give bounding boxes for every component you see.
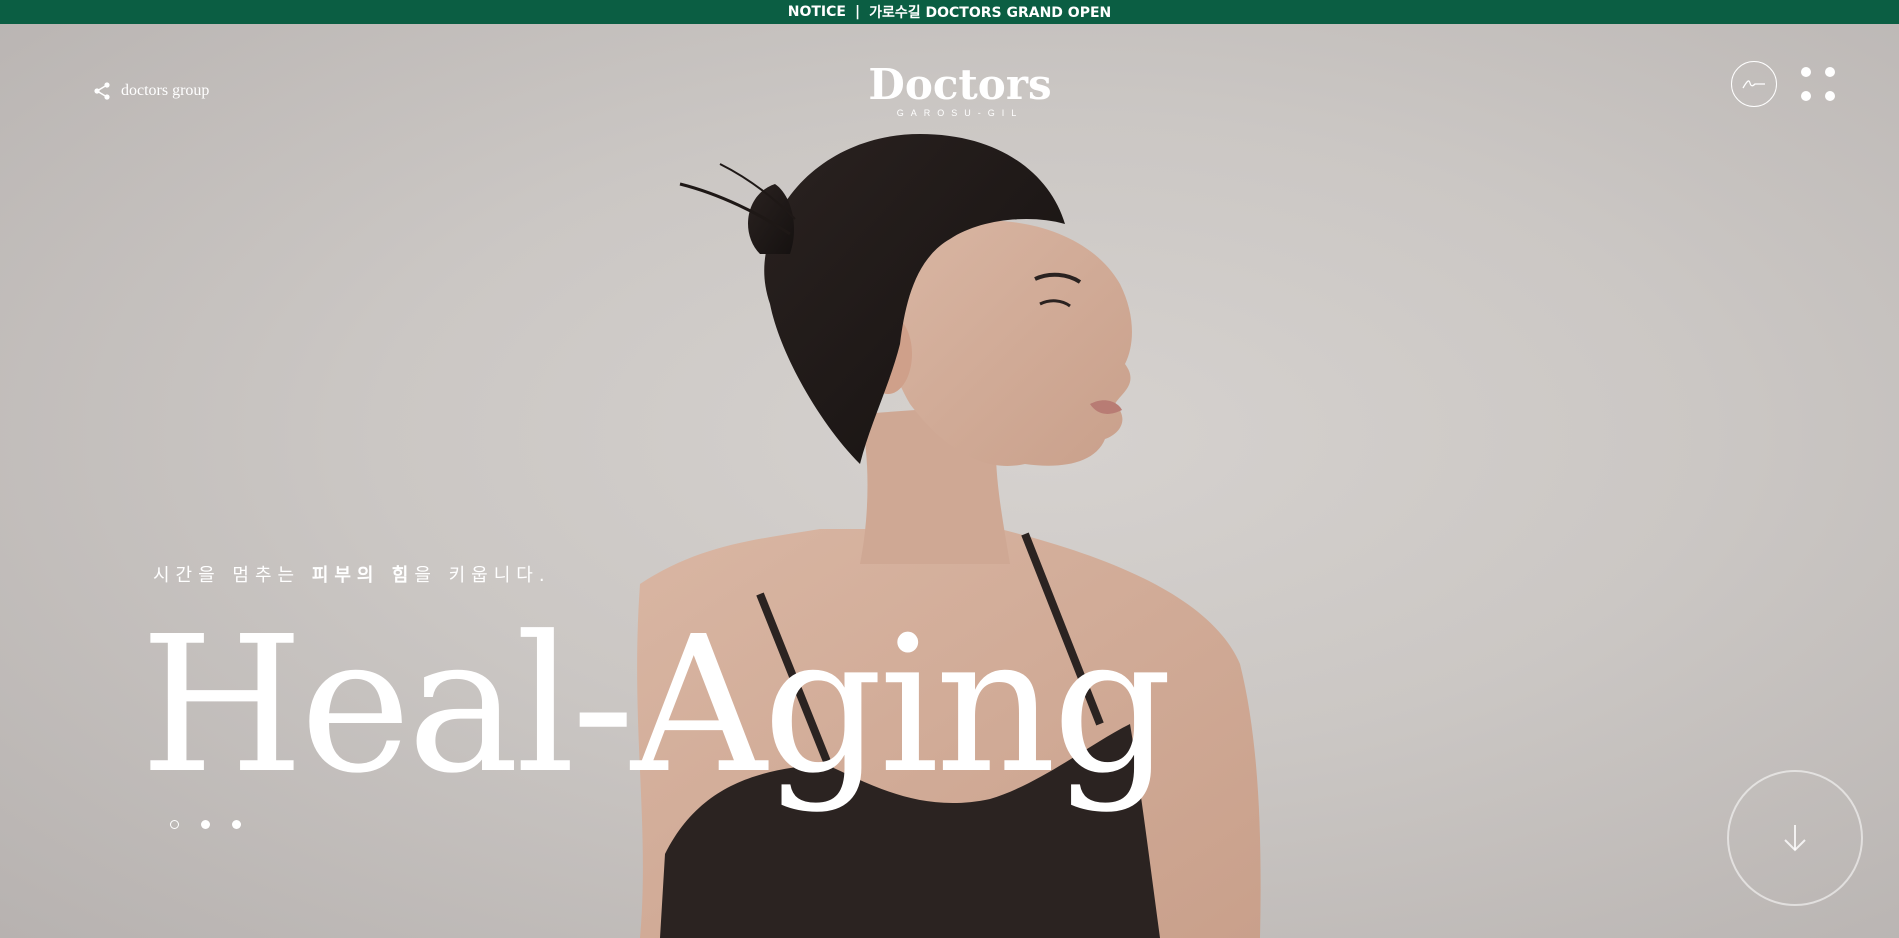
notice-text: 가로수길 DOCTORS GRAND OPEN xyxy=(869,5,1112,21)
grid-dots-icon xyxy=(1801,67,1811,77)
logo-subtitle: GAROSU-GIL xyxy=(896,108,1024,118)
tagline-part-2: 을 키웁니다. xyxy=(414,565,551,586)
hero-section: doctors group Doctors GAROSU-GIL 시간을 멈추는… xyxy=(0,24,1899,938)
grid-dots-icon xyxy=(1825,67,1835,77)
arrow-down-icon xyxy=(1784,825,1806,852)
notice-label: NOTICE xyxy=(787,4,846,20)
doctors-group-link[interactable]: doctors group xyxy=(93,82,209,100)
menu-button[interactable] xyxy=(1801,67,1835,107)
site-logo[interactable]: Doctors GAROSU-GIL xyxy=(860,60,1060,119)
slide-dot-3[interactable] xyxy=(232,820,241,829)
slide-dot-2[interactable] xyxy=(201,820,210,829)
tagline-bold: 피부의 힘 xyxy=(311,565,415,586)
share-icon xyxy=(94,82,110,100)
hero-tagline: 시간을 멈추는 피부의 힘을 키웁니다. xyxy=(153,561,551,587)
grid-dots-icon xyxy=(1825,91,1835,101)
doctors-group-label: doctors group xyxy=(121,82,210,99)
logo-wordmark: Doctors xyxy=(868,60,1052,109)
signature-button[interactable] xyxy=(1731,61,1777,107)
tagline-part-1: 시간을 멈추는 xyxy=(153,565,312,586)
slide-dot-1[interactable] xyxy=(170,820,179,829)
notice-bar[interactable]: NOTICE | 가로수길 DOCTORS GRAND OPEN xyxy=(0,0,1899,24)
signature-icon xyxy=(1742,80,1765,89)
notice-separator: | xyxy=(854,4,861,20)
slide-indicator xyxy=(170,820,241,829)
hero-headline: Heal-Aging xyxy=(140,596,1173,815)
scroll-down-button[interactable] xyxy=(1727,770,1863,906)
grid-dots-icon xyxy=(1801,91,1811,101)
